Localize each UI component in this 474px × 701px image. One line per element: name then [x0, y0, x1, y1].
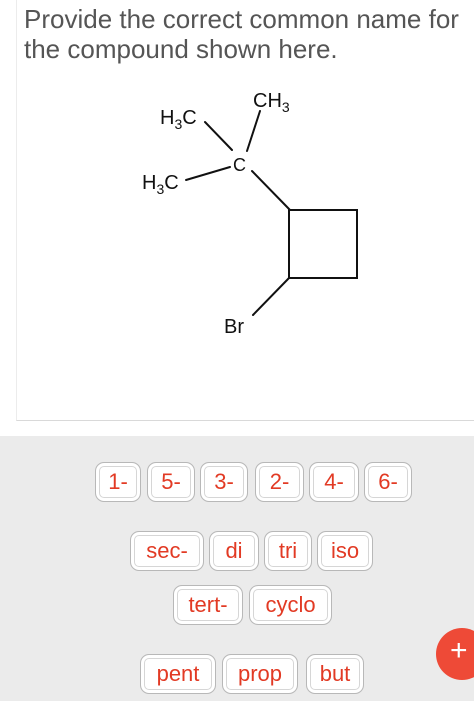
- bond-ring-to-bromine: [252, 277, 290, 316]
- chemical-structure: CH3 H3C H3C C Br: [142, 90, 358, 338]
- chip-pent[interactable]: pent: [140, 654, 216, 694]
- atom-lower-left-methyl: H3C: [142, 172, 179, 197]
- atom-bromine: Br: [224, 316, 244, 338]
- bond-central-carbon-to-ring: [251, 170, 291, 211]
- chip-cyclo[interactable]: cyclo: [249, 585, 332, 625]
- atom-upper-left-methyl: H3C: [160, 107, 197, 132]
- chip-di[interactable]: di: [209, 531, 259, 571]
- chip-locant-2[interactable]: 2-: [255, 462, 304, 502]
- plus-icon: +: [450, 634, 468, 667]
- chip-locant-1[interactable]: 1-: [95, 462, 141, 502]
- bond-top-methyl: [246, 110, 261, 152]
- chip-locant-6[interactable]: 6-: [364, 462, 412, 502]
- chip-locant-4[interactable]: 4-: [309, 462, 359, 502]
- bond-upper-left-methyl: [204, 121, 233, 151]
- bond-lower-left-methyl: [185, 166, 231, 181]
- chip-tri[interactable]: tri: [264, 531, 312, 571]
- bonds: [185, 110, 358, 316]
- chip-tert[interactable]: tert-: [173, 585, 243, 625]
- atom-top-methyl: CH3: [253, 90, 290, 115]
- atom-central-carbon: C: [233, 155, 246, 175]
- chip-locant-5[interactable]: 5-: [147, 462, 195, 502]
- cyclobutane-ring: [288, 209, 358, 279]
- chip-but[interactable]: but: [306, 654, 364, 694]
- page: Provide the correct common name for the …: [0, 0, 474, 701]
- chip-sec[interactable]: sec-: [130, 531, 204, 571]
- chip-locant-3[interactable]: 3-: [200, 462, 248, 502]
- chip-prop[interactable]: prop: [222, 654, 298, 694]
- chip-iso[interactable]: iso: [317, 531, 373, 571]
